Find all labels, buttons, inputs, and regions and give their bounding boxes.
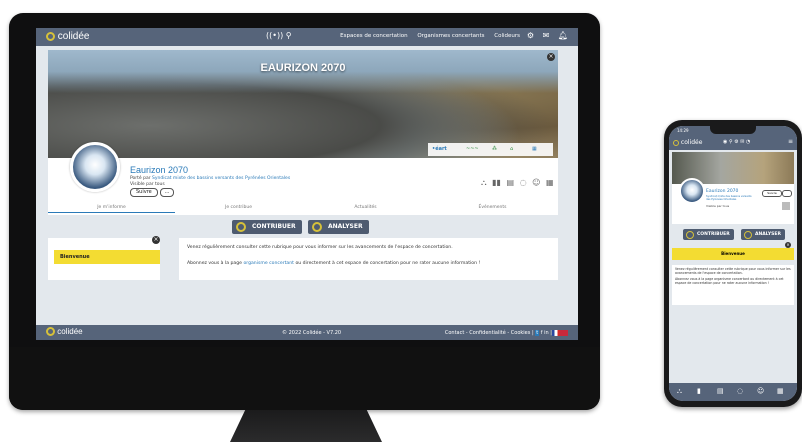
- users-icon[interactable]: ☺: [757, 387, 764, 395]
- visibility-label: Visible par tous: [130, 182, 165, 187]
- mobile-navbar: colidée ◉ ⚲ ⚙ ✉ ◔ ≡: [669, 136, 797, 150]
- project-card: EAURIZON 2070 × •éart ~~~ ⁂ ⌂ ▦ Eaurizon…: [48, 50, 558, 215]
- mobile-qr-code-icon[interactable]: [782, 202, 790, 210]
- colidee-logo-icon: [46, 327, 55, 337]
- qr-code-icon[interactable]: ▦: [546, 178, 554, 187]
- nav-link-colideurs[interactable]: Colideurs: [494, 33, 520, 39]
- partner-logo: ~~~: [466, 146, 479, 152]
- qr-code-icon[interactable]: ▦: [777, 387, 784, 395]
- mobile-nav-icons[interactable]: ◉ ⚲ ⚙ ✉ ◔: [723, 139, 750, 145]
- tab-contribue[interactable]: Je contribue: [175, 205, 302, 210]
- mobile-contribute-button[interactable]: CONTRIBUER: [683, 229, 734, 240]
- active-tab-indicator: [48, 212, 175, 213]
- imac-stand: [230, 410, 382, 442]
- content-paragraph: Abonnez vous à la page organisme concert…: [187, 261, 481, 266]
- footer-links: Contact - Confidentialité - Cookies | t …: [445, 330, 568, 336]
- bell-icon[interactable]: 🔔︎: [558, 31, 568, 40]
- mobile-brand[interactable]: colidée: [673, 139, 702, 146]
- partner-logos: •éart ~~~ ⁂ ⌂ ▦: [428, 143, 553, 156]
- tab-evenements[interactable]: Événements: [429, 205, 556, 210]
- broadcast-icon[interactable]: ((•)): [266, 31, 283, 40]
- mobile-screen: 14:29 colidée ◉ ⚲ ⚙ ✉ ◔ ≡ Eaurizon 2070 …: [669, 126, 797, 401]
- partner-logo: •éart: [432, 146, 447, 152]
- contribute-icon: [686, 230, 694, 239]
- more-button[interactable]: ...: [160, 188, 174, 197]
- footer-brand[interactable]: colidée: [46, 327, 83, 337]
- mobile-visibility: Visible par tous: [706, 204, 730, 208]
- project-tools: ⛬ ▮▮ ▤ ◌ ☺ ▦: [478, 178, 554, 188]
- tab-actualites[interactable]: Actualités: [302, 205, 429, 210]
- twitter-icon[interactable]: t: [535, 330, 540, 336]
- mobile-project-owner: Syndicat mixte des bassins versants des …: [706, 195, 752, 201]
- footer-legal-links[interactable]: Contact - Confidentialité - Cookies |: [445, 330, 534, 336]
- mobile-analyse-button[interactable]: ANALYSER: [741, 229, 785, 240]
- mobile-content-paragraph: Venez régulièrement consulter cette rubr…: [675, 267, 791, 275]
- content-paragraph: Venez régulièrement consulter cette rubr…: [187, 245, 453, 250]
- calendar-icon[interactable]: ▤: [717, 387, 724, 395]
- calendar-icon[interactable]: ▤: [507, 178, 515, 187]
- partner-logo: ▦: [532, 146, 537, 152]
- contribute-icon: [236, 222, 246, 232]
- mail-icon[interactable]: ✉: [543, 31, 550, 40]
- flag-uk-icon[interactable]: [560, 330, 568, 336]
- project-owner: Porté par Syndicat mixte des bassins ver…: [130, 176, 291, 181]
- owner-link[interactable]: Syndicat mixte des bassins versants des …: [152, 176, 290, 181]
- project-avatar: [70, 142, 120, 192]
- colidee-logo-icon: [673, 139, 679, 146]
- partner-logo: ⌂: [510, 146, 514, 152]
- content-panel: Venez régulièrement consulter cette rubr…: [179, 238, 558, 280]
- linkedin-icon[interactable]: in: [544, 330, 549, 336]
- project-title: Eaurizon 2070: [130, 165, 189, 175]
- stats-icon[interactable]: ▮▮: [492, 178, 501, 187]
- chat-icon[interactable]: ◌: [737, 387, 743, 395]
- mobile-follow-button[interactable]: Suivre: [762, 190, 782, 197]
- organisme-link[interactable]: organisme concertant: [243, 261, 294, 266]
- tab-informe[interactable]: Je m'informe: [48, 205, 175, 210]
- brand-name: colidée: [57, 31, 90, 42]
- mobile-bottom-bar: ⛬ ▮ ▤ ◌ ☺ ▦: [669, 383, 797, 401]
- mobile-project-avatar: [679, 178, 705, 204]
- mobile-more-button[interactable]: [782, 190, 792, 197]
- brand-logo[interactable]: colidée: [46, 31, 89, 42]
- nav-link-espaces[interactable]: Espaces de concertation: [340, 33, 407, 39]
- mobile-project-title: Eaurizon 2070: [706, 189, 739, 194]
- mobile-welcome[interactable]: Bienvenue: [672, 248, 794, 260]
- search-icon[interactable]: ⚲: [286, 31, 292, 40]
- facebook-icon[interactable]: f: [541, 330, 543, 336]
- flag-fr-icon[interactable]: [552, 330, 560, 336]
- stats-icon[interactable]: ▮: [697, 387, 701, 395]
- chat-icon[interactable]: ◌: [520, 178, 527, 187]
- footer: colidée © 2022 Colidée - V7.20 Contact -…: [36, 325, 578, 340]
- partner-logo: ⁂: [492, 146, 497, 152]
- settings-icon[interactable]: ⚙: [527, 31, 534, 40]
- users-icon[interactable]: ☺: [532, 178, 540, 187]
- mobile-content-paragraph: Abonnez vous à la page organisme concert…: [675, 277, 784, 285]
- top-navbar: colidée ((•)) ⚲ Espaces de concertation …: [36, 28, 578, 46]
- analyse-icon: [744, 230, 752, 239]
- desktop-screen: colidée ((•)) ⚲ Espaces de concertation …: [36, 28, 578, 340]
- sidebar-welcome[interactable]: Bienvenue: [54, 250, 160, 264]
- menu-icon[interactable]: ≡: [788, 138, 793, 145]
- follow-button[interactable]: Suivre: [130, 188, 158, 197]
- sidebar-card: × Bienvenue: [48, 236, 160, 280]
- share-icon[interactable]: ⛬: [677, 387, 682, 396]
- nav-links: Espaces de concertation Organismes conce…: [332, 33, 520, 39]
- analyse-button[interactable]: ANALYSER: [308, 220, 369, 234]
- copyright: © 2022 Colidée - V7.20: [282, 330, 342, 336]
- contribute-button[interactable]: CONTRIBUER: [232, 220, 302, 234]
- mobile-project-card: Eaurizon 2070 Syndicat mixte des bassins…: [672, 152, 794, 224]
- banner-title: EAURIZON 2070: [260, 62, 346, 74]
- share-icon[interactable]: ⛬: [481, 178, 487, 187]
- close-icon[interactable]: ×: [152, 236, 160, 244]
- analyse-icon: [312, 222, 322, 232]
- apple-logo-icon: [292, 366, 318, 396]
- colidee-logo-icon: [46, 31, 55, 41]
- phone-notch: [710, 126, 756, 134]
- mobile-content-panel: Venez régulièrement consulter cette rubr…: [672, 265, 794, 305]
- nav-link-organismes[interactable]: Organismes concertants: [417, 33, 484, 39]
- close-icon[interactable]: ×: [547, 53, 555, 61]
